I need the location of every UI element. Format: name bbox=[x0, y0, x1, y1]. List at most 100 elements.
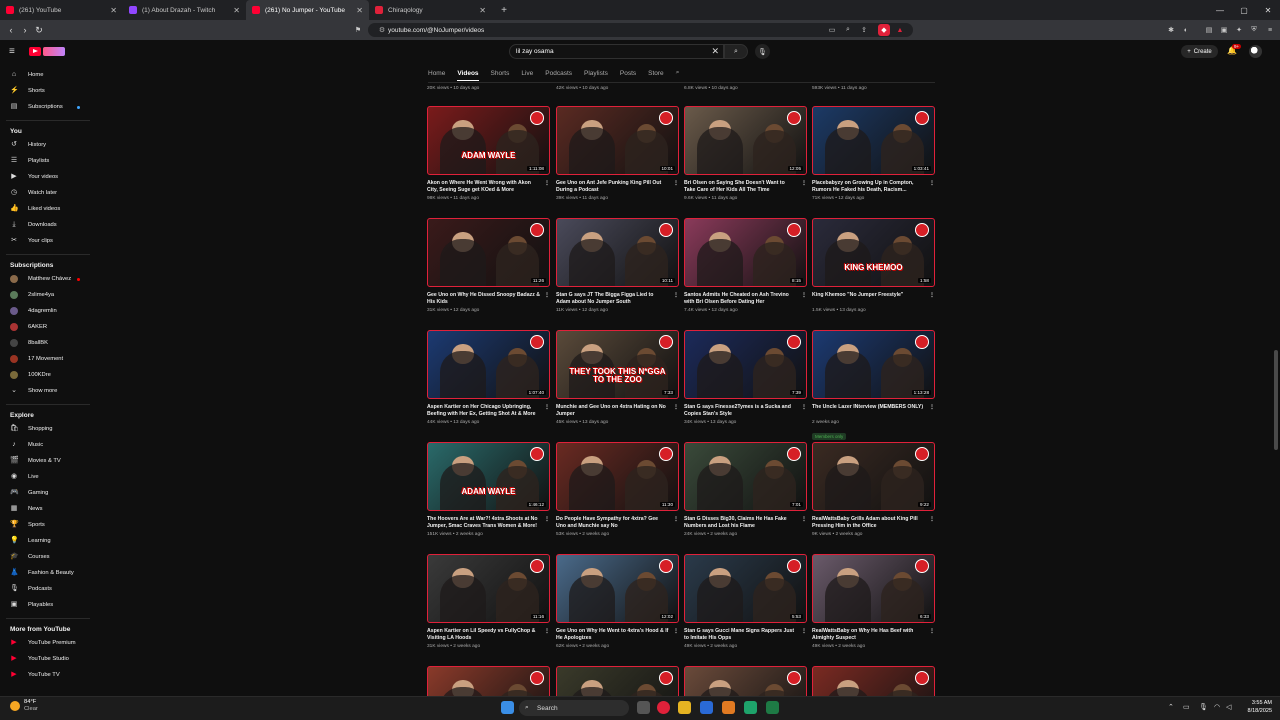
video-title[interactable]: RealWattsBaby Grills Adam about King Pil… bbox=[812, 516, 935, 530]
video-title[interactable]: Stan G says Gucci Mane Signs Rappers Jus… bbox=[684, 628, 807, 642]
sidebar-item[interactable]: 👍 Liked videos bbox=[0, 202, 90, 216]
more-actions-icon[interactable]: ⋮ bbox=[929, 404, 935, 411]
video-thumbnail[interactable]: 11:16 bbox=[427, 554, 550, 623]
video-thumbnail[interactable]: ADAM WAYLE 1:11:08 bbox=[427, 106, 550, 175]
video-thumbnail[interactable]: 1:03:41 bbox=[812, 106, 935, 175]
more-actions-icon[interactable]: ⋮ bbox=[673, 628, 679, 635]
video-title[interactable]: Gee Uno on Ant Jefe Punking King Pill Ou… bbox=[556, 180, 679, 194]
page-scrollbar[interactable] bbox=[1274, 350, 1278, 450]
weather-icon[interactable] bbox=[10, 701, 20, 711]
more-actions-icon[interactable]: ⋮ bbox=[801, 292, 807, 299]
start-menu-icon[interactable] bbox=[501, 701, 514, 714]
channel-tab-live[interactable]: Live bbox=[521, 70, 533, 77]
video-thumbnail[interactable]: 1:07:40 bbox=[427, 330, 550, 399]
more-actions-icon[interactable]: ⋮ bbox=[801, 180, 807, 187]
video-title[interactable]: King Khemoo "No Jumper Freestyle" ⋮ bbox=[812, 292, 935, 306]
clear-search-icon[interactable]: ✕ bbox=[711, 46, 719, 57]
vpn-icon[interactable]: ⛨ bbox=[1248, 24, 1260, 36]
tab-close-icon[interactable]: ✕ bbox=[479, 6, 486, 15]
sidebar-item[interactable]: 100KDre bbox=[0, 368, 90, 382]
video-card[interactable] bbox=[427, 666, 550, 696]
minimize-icon[interactable]: — bbox=[1208, 0, 1232, 20]
taskbar-clock[interactable]: 3:55 AM 8/18/2025 bbox=[1236, 699, 1272, 715]
video-thumbnail[interactable]: LIL XINXT bbox=[556, 666, 679, 696]
youtube-logo[interactable] bbox=[29, 45, 67, 57]
video-title[interactable]: Munchie and Gee Uno on 4xtra Hating on N… bbox=[556, 404, 679, 418]
video-card[interactable]: 11:30 Do People Have Sympathy for 4xtra? … bbox=[556, 442, 679, 537]
more-actions-icon[interactable]: ⋮ bbox=[544, 180, 550, 187]
tray-overflow-icon[interactable]: ⌃ bbox=[1168, 703, 1174, 711]
video-title[interactable]: Stan G says JT The Bigga Figga Lied to A… bbox=[556, 292, 679, 306]
leo-icon[interactable]: ✦ bbox=[1233, 24, 1245, 36]
video-card[interactable]: 1:07:40 Aspen Kartier on Her Chicago Upbr… bbox=[427, 330, 550, 425]
video-title[interactable]: Aspen Kartier on Her Chicago Upbringing,… bbox=[427, 404, 550, 418]
sidebar-item[interactable]: ◉ Live bbox=[0, 470, 90, 484]
video-card[interactable]: 7:39 Stan G says Finesse2Tymes is a Sucka… bbox=[684, 330, 807, 425]
video-card[interactable]: ADAM WAYLE 1:11:08 Akon on Where He Went W… bbox=[427, 106, 550, 201]
more-actions-icon[interactable]: ⋮ bbox=[544, 404, 550, 411]
video-card[interactable]: 10:11 Stan G says JT The Bigga Figga Lied… bbox=[556, 218, 679, 313]
reload-icon[interactable]: ↻ bbox=[32, 25, 46, 36]
store-icon[interactable] bbox=[700, 701, 713, 714]
sidebar-item[interactable]: 🎙 Podcasts bbox=[0, 582, 90, 596]
sidebar-item[interactable]: ▶ YouTube Premium bbox=[0, 636, 90, 650]
video-card[interactable]: 10:01 Gee Uno on Ant Jefe Punking King Pi… bbox=[556, 106, 679, 201]
channel-search-icon[interactable]: ⌕ bbox=[676, 69, 680, 77]
sidebar-item[interactable]: 💡 Learning bbox=[0, 534, 90, 548]
video-title[interactable]: Stan G says Finesse2Tymes is a Sucka and… bbox=[684, 404, 807, 418]
hamburger-menu-icon[interactable]: ≡ bbox=[9, 46, 15, 57]
video-thumbnail[interactable]: 11:26 bbox=[427, 218, 550, 287]
file-explorer-icon[interactable] bbox=[678, 701, 691, 714]
sidebar-item[interactable]: 4dagremlin bbox=[0, 304, 90, 318]
more-actions-icon[interactable]: ⋮ bbox=[673, 516, 679, 523]
sidebar-item[interactable]: ⤓ Downloads bbox=[0, 218, 90, 232]
extension-icon-2[interactable]: ◐ bbox=[1180, 24, 1192, 36]
zoom-icon[interactable]: ⌕ bbox=[842, 24, 854, 36]
channel-tab-videos[interactable]: Videos bbox=[457, 70, 479, 81]
sidebar-item[interactable]: ▦ News bbox=[0, 502, 90, 516]
video-card[interactable]: 12:02 Gee Uno on Why He Went to 4xtra's H… bbox=[556, 554, 679, 649]
tray-mic-icon[interactable]: 🎙 bbox=[1199, 703, 1208, 711]
video-thumbnail[interactable]: 9:22 bbox=[812, 442, 935, 511]
sidebar-item[interactable]: 🛍 Shopping bbox=[0, 422, 90, 436]
more-actions-icon[interactable]: ⋮ bbox=[929, 180, 935, 187]
video-thumbnail[interactable]: 12:02 bbox=[556, 554, 679, 623]
sidebar-item[interactable]: ▶ YouTube TV bbox=[0, 668, 90, 682]
video-thumbnail[interactable] bbox=[427, 666, 550, 696]
more-actions-icon[interactable]: ⋮ bbox=[544, 292, 550, 299]
search-input[interactable]: lil zay osama ✕ bbox=[509, 44, 724, 59]
more-actions-icon[interactable]: ⋮ bbox=[673, 180, 679, 187]
taskbar-search[interactable]: ⌕ Search bbox=[519, 700, 629, 716]
video-card[interactable]: 5:53 Stan G says Gucci Mane Signs Rappers… bbox=[684, 554, 807, 649]
back-icon[interactable]: ‹ bbox=[4, 25, 18, 35]
sidebar-item[interactable]: ♪ Music bbox=[0, 438, 90, 452]
video-thumbnail[interactable]: 10:01 bbox=[556, 106, 679, 175]
video-thumbnail[interactable]: 8:15 bbox=[684, 218, 807, 287]
forward-icon[interactable]: › bbox=[18, 25, 32, 35]
video-thumbnail[interactable]: 6:33 bbox=[812, 554, 935, 623]
video-card[interactable]: KING KHEMOO 1:58 King Khemoo "No Jumper Fr… bbox=[812, 218, 935, 313]
video-title[interactable]: Stan G Disses Big30, Claims He Has Fake … bbox=[684, 516, 807, 530]
video-title[interactable]: Gee Uno on Why He Went to 4xtra's Hood &… bbox=[556, 628, 679, 642]
video-title[interactable]: Aspen Kartier on Lil Speedy vs FullyChop… bbox=[427, 628, 550, 642]
video-thumbnail[interactable]: 7:01 bbox=[684, 442, 807, 511]
channel-tab-playlists[interactable]: Playlists bbox=[584, 70, 608, 77]
sidebar-item[interactable]: ⚡ Shorts bbox=[0, 84, 90, 98]
tray-app-icon[interactable]: ▭ bbox=[1183, 703, 1190, 711]
account-avatar[interactable] bbox=[1249, 45, 1262, 58]
more-actions-icon[interactable]: ⋮ bbox=[544, 628, 550, 635]
excel-icon[interactable] bbox=[766, 701, 779, 714]
wallet-icon[interactable]: ▣ bbox=[1218, 24, 1230, 36]
sidebar-item[interactable]: ▣ Playables bbox=[0, 598, 90, 612]
sidebar-item[interactable]: 🎓 Courses bbox=[0, 550, 90, 564]
share-icon[interactable]: ⇪ bbox=[858, 24, 870, 36]
sidebar-item[interactable]: ↺ History bbox=[0, 138, 90, 152]
video-thumbnail[interactable]: ADAM WAYLE 1:46:12 bbox=[427, 442, 550, 511]
video-title[interactable]: Gee Uno on Why He Dissed Snoopy Badazz &… bbox=[427, 292, 550, 306]
video-thumbnail[interactable]: 11:30 bbox=[556, 442, 679, 511]
tab-close-icon[interactable]: ✕ bbox=[356, 6, 363, 15]
video-thumbnail[interactable] bbox=[812, 666, 935, 696]
bookmark-icon[interactable]: ⚑ bbox=[352, 24, 364, 36]
video-title[interactable]: Bri Olsen on Saying She Doesn't Want to … bbox=[684, 180, 807, 194]
video-thumbnail[interactable] bbox=[684, 666, 807, 696]
